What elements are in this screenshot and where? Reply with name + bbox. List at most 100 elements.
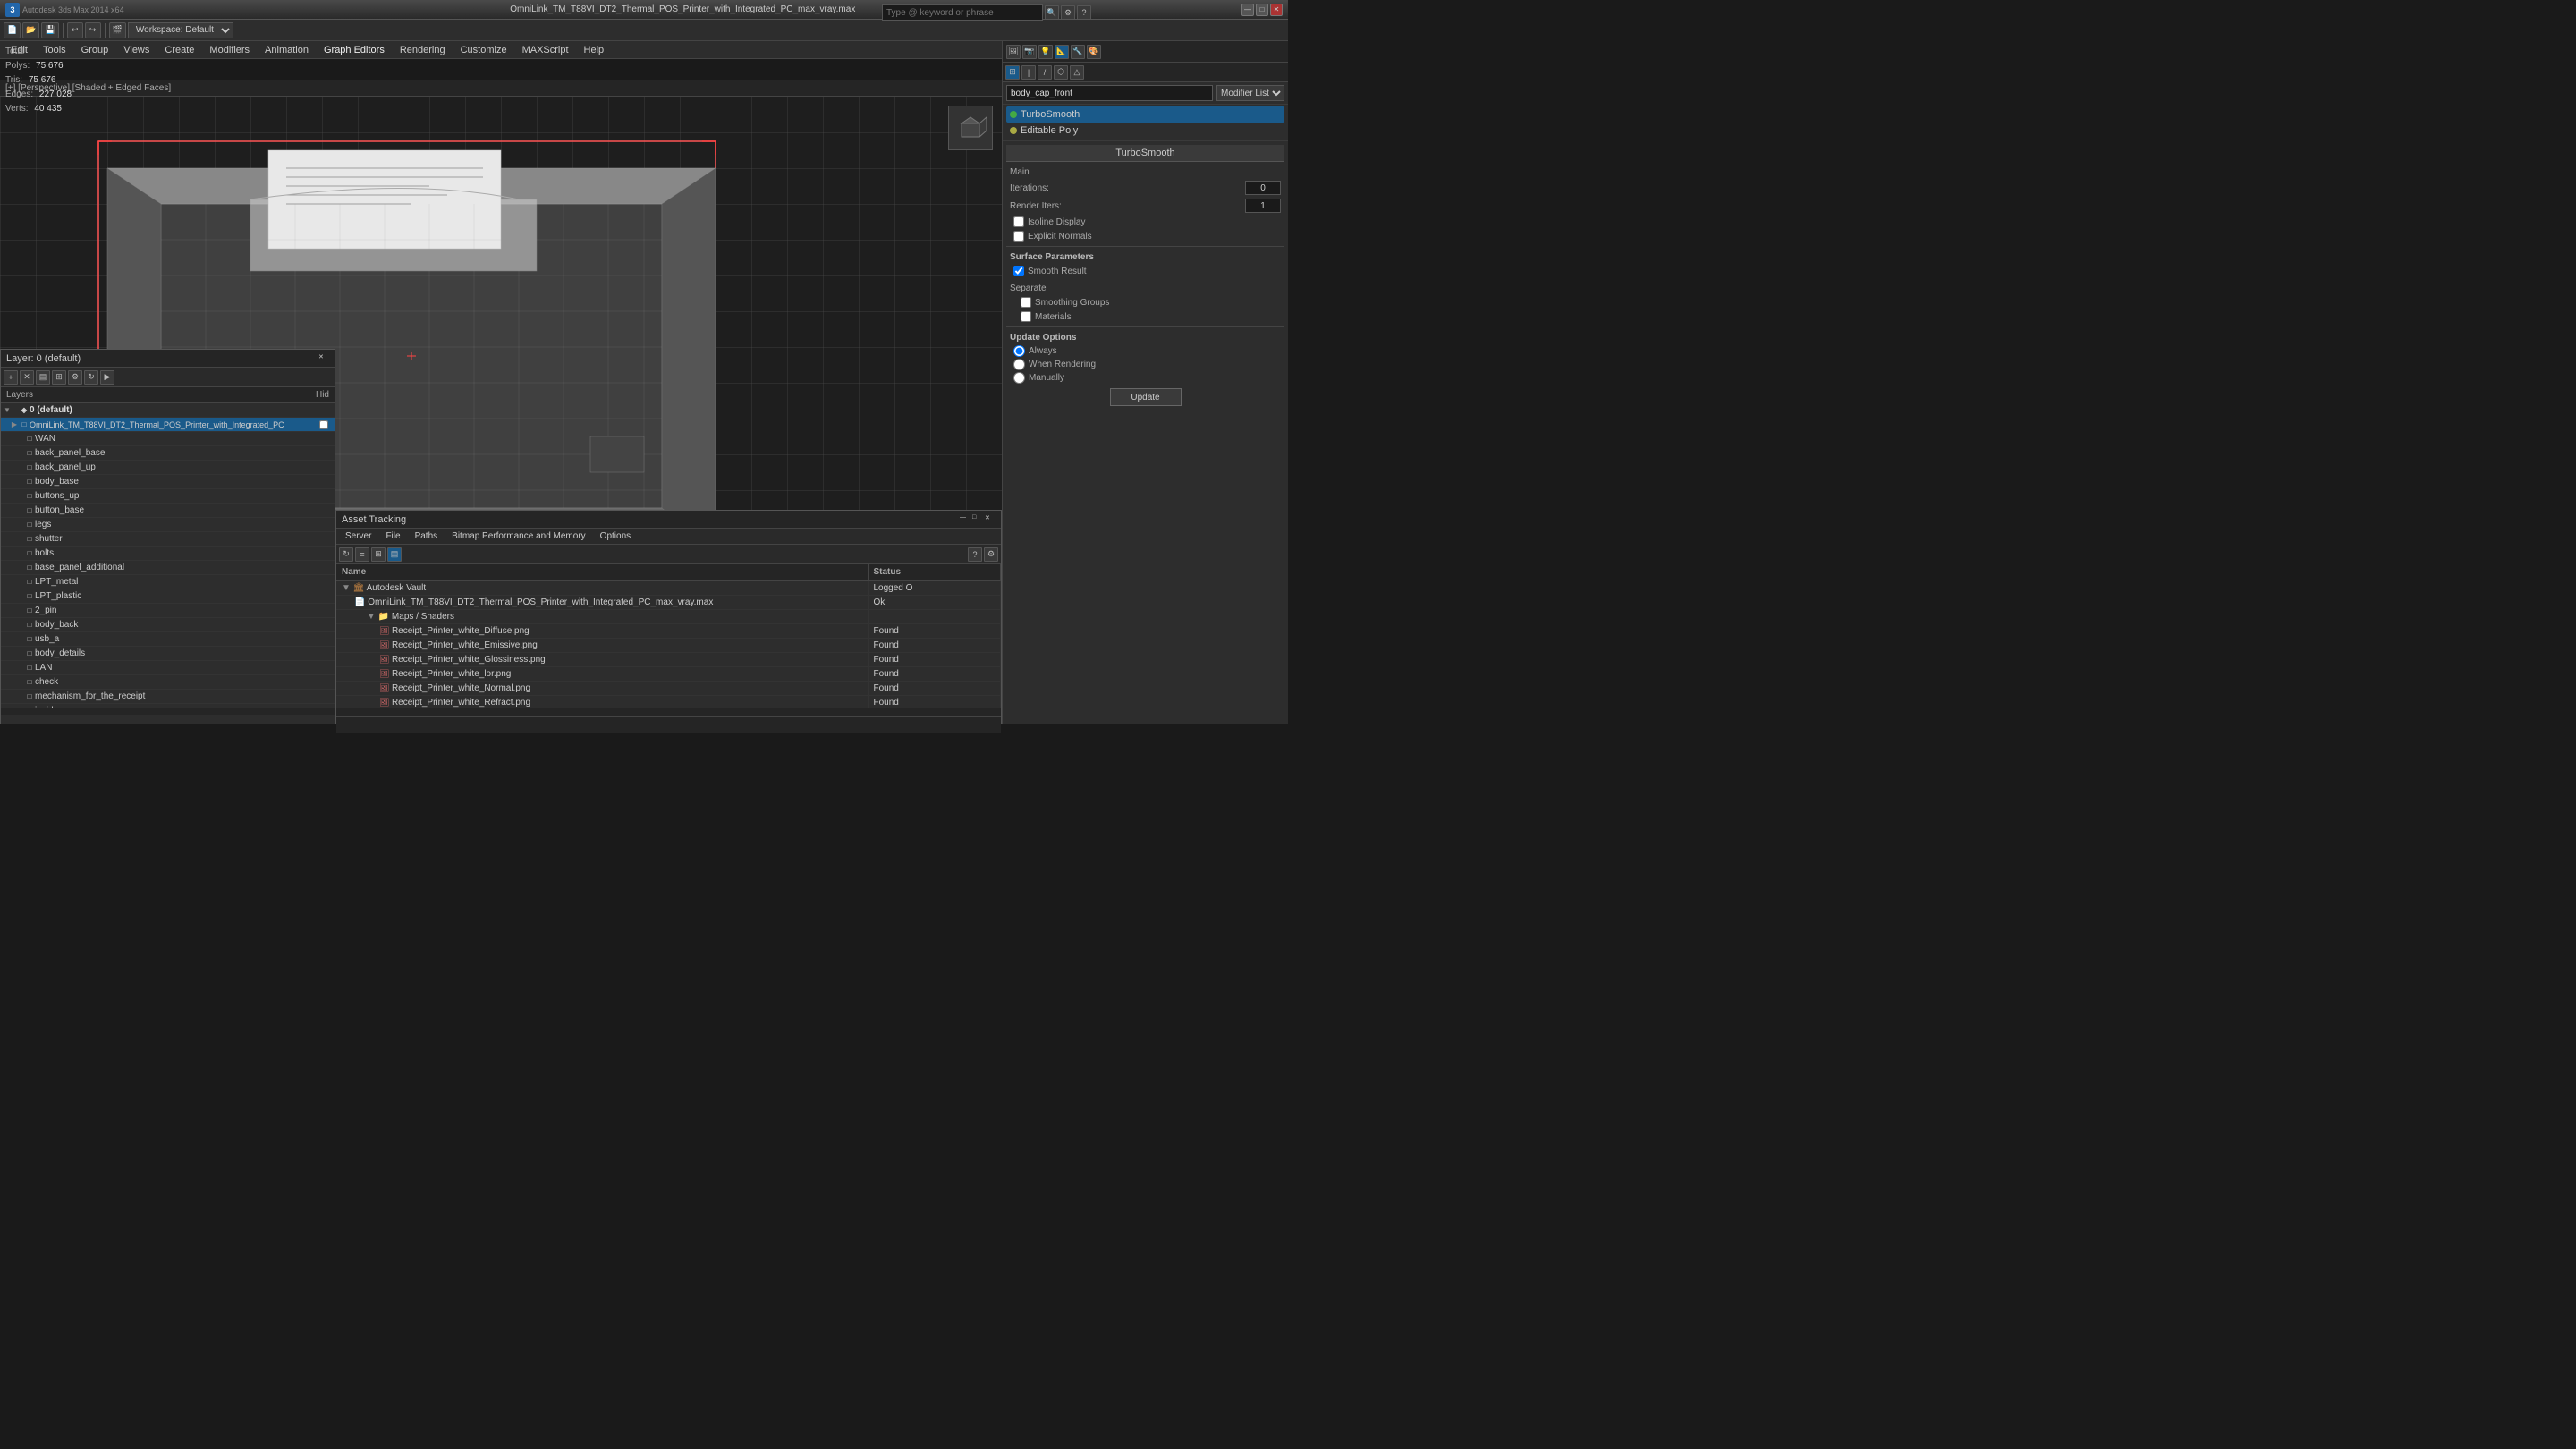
layer-merge-btn[interactable]: ⊞ xyxy=(52,370,66,385)
asset-help-btn[interactable]: ? xyxy=(968,547,982,562)
menu-customize[interactable]: Customize xyxy=(453,43,514,57)
asset-panel-header[interactable]: Asset Tracking — □ ✕ xyxy=(336,511,1001,529)
smooth-result-checkbox[interactable] xyxy=(1013,266,1024,276)
asset-active-view-btn[interactable]: ▤ xyxy=(387,547,402,562)
sub-icon-5[interactable]: △ xyxy=(1070,65,1084,80)
menu-create[interactable]: Create xyxy=(157,43,201,57)
layer-item-inside[interactable]: □ inside xyxy=(1,704,335,708)
maximize-button[interactable]: □ xyxy=(1256,4,1268,16)
search-options-icon[interactable]: ⚙ xyxy=(1061,5,1075,20)
layer-item-body-details[interactable]: □ body_details xyxy=(1,647,335,661)
menu-modifiers[interactable]: Modifiers xyxy=(202,43,257,57)
when-rendering-radio[interactable] xyxy=(1013,359,1025,370)
panel-icon-2[interactable]: 📷 xyxy=(1022,45,1037,59)
menu-graph-editors[interactable]: Graph Editors xyxy=(317,43,392,57)
asset-menu-options[interactable]: Options xyxy=(595,530,636,542)
materials-checkbox[interactable] xyxy=(1021,311,1031,322)
layer-expand-btn[interactable]: ▶ xyxy=(100,370,114,385)
layer-item-2pin[interactable]: □ 2_pin xyxy=(1,604,335,618)
iterations-input[interactable] xyxy=(1245,181,1281,195)
smoothing-groups-checkbox[interactable] xyxy=(1021,297,1031,308)
asset-col-status[interactable]: Status xyxy=(868,564,1001,580)
search-icon[interactable]: 🔍 xyxy=(1045,5,1059,20)
menu-rendering[interactable]: Rendering xyxy=(393,43,453,57)
minimize-button[interactable]: — xyxy=(1241,4,1254,16)
render-setup-button[interactable]: 🎬 xyxy=(109,22,126,38)
search-input[interactable] xyxy=(882,4,1043,21)
menu-maxscript[interactable]: MAXScript xyxy=(515,43,576,57)
close-button[interactable]: ✕ xyxy=(1270,4,1283,16)
layer-panel-close[interactable]: ✕ xyxy=(318,353,329,364)
help-icon[interactable]: ? xyxy=(1077,5,1091,20)
menu-views[interactable]: Views xyxy=(116,43,157,57)
layer-scrollbar[interactable] xyxy=(1,708,335,715)
asset-menu-server[interactable]: Server xyxy=(340,530,377,542)
layer-item-lpt-plastic[interactable]: □ LPT_plastic xyxy=(1,589,335,604)
nav-cube[interactable] xyxy=(948,106,993,150)
layer-item-mechanism[interactable]: □ mechanism_for_the_receipt xyxy=(1,690,335,704)
modifier-turbosmooth[interactable]: TurboSmooth xyxy=(1006,106,1284,123)
new-button[interactable]: 📄 xyxy=(4,22,21,38)
asset-maximize-btn[interactable]: □ xyxy=(972,514,983,525)
panel-icon-3[interactable]: 💡 xyxy=(1038,45,1053,59)
sub-icon-4[interactable]: ⬡ xyxy=(1054,65,1068,80)
layer-item-wan[interactable]: □ WAN xyxy=(1,432,335,446)
layer-item-bolts[interactable]: □ bolts xyxy=(1,547,335,561)
layer-settings-btn[interactable]: ⚙ xyxy=(68,370,82,385)
asset-menu-bitmap[interactable]: Bitmap Performance and Memory xyxy=(446,530,591,542)
layer-refresh-btn[interactable]: ↻ xyxy=(84,370,98,385)
isoline-checkbox[interactable] xyxy=(1013,216,1024,227)
sub-icon-2[interactable]: | xyxy=(1021,65,1036,80)
asset-col-name[interactable]: Name xyxy=(336,564,868,580)
layer-item-base-panel-additional[interactable]: □ base_panel_additional xyxy=(1,561,335,575)
layer-new-btn[interactable]: + xyxy=(4,370,18,385)
asset-grid-view-btn[interactable]: ⊞ xyxy=(371,547,386,562)
asset-settings-btn[interactable]: ⚙ xyxy=(984,547,998,562)
asset-menu-paths[interactable]: Paths xyxy=(410,530,444,542)
layer-item-button-base[interactable]: □ button_base xyxy=(1,504,335,518)
sub-icon-3[interactable]: / xyxy=(1038,65,1052,80)
modifier-list-select[interactable]: Modifier List xyxy=(1216,85,1284,101)
modifier-editable-poly[interactable]: Editable Poly xyxy=(1006,123,1284,139)
layer-item-back-panel-up[interactable]: □ back_panel_up xyxy=(1,461,335,475)
layer-item-legs[interactable]: □ legs xyxy=(1,518,335,532)
asset-refresh-btn[interactable]: ↻ xyxy=(339,547,353,562)
layer-panel-header[interactable]: Layer: 0 (default) ✕ xyxy=(1,350,335,368)
layer-item-shutter[interactable]: □ shutter xyxy=(1,532,335,547)
menu-group[interactable]: Group xyxy=(74,43,116,57)
panel-icon-5[interactable]: 🔧 xyxy=(1071,45,1085,59)
always-radio[interactable] xyxy=(1013,345,1025,357)
explicit-normals-checkbox[interactable] xyxy=(1013,231,1024,242)
layer-item-usb-a[interactable]: □ usb_a xyxy=(1,632,335,647)
panel-icon-6[interactable]: 🎨 xyxy=(1087,45,1101,59)
asset-list-view-btn[interactable]: ≡ xyxy=(355,547,369,562)
panel-icon-4[interactable]: 📐 xyxy=(1055,45,1069,59)
menu-animation[interactable]: Animation xyxy=(258,43,316,57)
sub-icon-1[interactable]: ⊞ xyxy=(1005,65,1020,80)
asset-h-scrollbar[interactable] xyxy=(336,708,1001,716)
undo-button[interactable]: ↩ xyxy=(67,22,83,38)
manually-radio[interactable] xyxy=(1013,372,1025,384)
layer-add-btn[interactable]: ▤ xyxy=(36,370,50,385)
layer-item-buttons-up[interactable]: □ buttons_up xyxy=(1,489,335,504)
layer-item-lpt-metal[interactable]: □ LPT_metal xyxy=(1,575,335,589)
layer-item-lan[interactable]: □ LAN xyxy=(1,661,335,675)
panel-icon-1[interactable]: 🖼 xyxy=(1006,45,1021,59)
menu-help[interactable]: Help xyxy=(577,43,612,57)
layer-item-check[interactable]: □ check xyxy=(1,675,335,690)
layer-item-back-panel-base[interactable]: □ back_panel_base xyxy=(1,446,335,461)
layer-item-main-object[interactable]: ▶ □ OmniLink_TM_T88VI_DT2_Thermal_POS_Pr… xyxy=(1,418,335,432)
open-button[interactable]: 📂 xyxy=(22,22,39,38)
layer-item-body-base[interactable]: □ body_base xyxy=(1,475,335,489)
layer-delete-btn[interactable]: ✕ xyxy=(20,370,34,385)
asset-menu-file[interactable]: File xyxy=(380,530,405,542)
update-button[interactable]: Update xyxy=(1110,388,1182,406)
asset-minimize-btn[interactable]: — xyxy=(960,514,970,525)
redo-button[interactable]: ↪ xyxy=(85,22,101,38)
workspace-dropdown[interactable]: Workspace: Default xyxy=(128,22,233,38)
layer-item-default[interactable]: ▼ ◈ 0 (default) xyxy=(1,403,335,418)
render-iters-input[interactable] xyxy=(1245,199,1281,213)
layer-visible-1[interactable] xyxy=(319,420,328,429)
object-name-input[interactable] xyxy=(1006,85,1213,101)
layer-item-body-back[interactable]: □ body_back xyxy=(1,618,335,632)
